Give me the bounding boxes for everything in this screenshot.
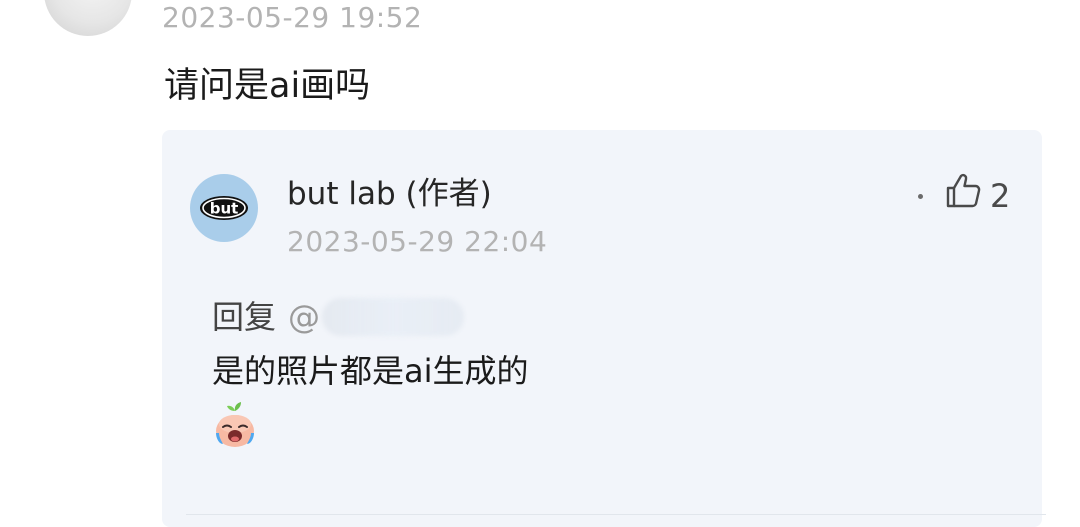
but-lab-logo: but	[200, 196, 248, 220]
more-dot-icon[interactable]	[918, 194, 923, 199]
reply-label: 回复	[212, 298, 277, 336]
author-avatar[interactable]: but	[190, 174, 258, 242]
mention-at: @	[288, 298, 321, 336]
reply-card: but but lab (作者) 2023-05-29 22:04 2 回复 @…	[162, 130, 1046, 527]
logo-text: but	[210, 200, 239, 218]
reply-timestamp: 2023-05-29 22:04	[287, 225, 548, 258]
reply-text: 是的照片都是ai生成的	[212, 352, 529, 390]
commenter-avatar[interactable]	[44, 0, 132, 36]
author-name[interactable]: but lab (作者)	[287, 174, 492, 214]
reply-prefix: 回复 @	[212, 294, 465, 340]
like-count: 2	[990, 177, 1011, 215]
divider	[186, 514, 1046, 515]
crying-sprout-emoji	[216, 402, 254, 447]
comment-text: 请问是ai画吗	[164, 66, 371, 106]
thumbs-up-icon[interactable]	[944, 172, 982, 210]
comment-timestamp: 2023-05-29 19:52	[162, 1, 423, 34]
mention-username-blurred[interactable]	[322, 298, 465, 336]
